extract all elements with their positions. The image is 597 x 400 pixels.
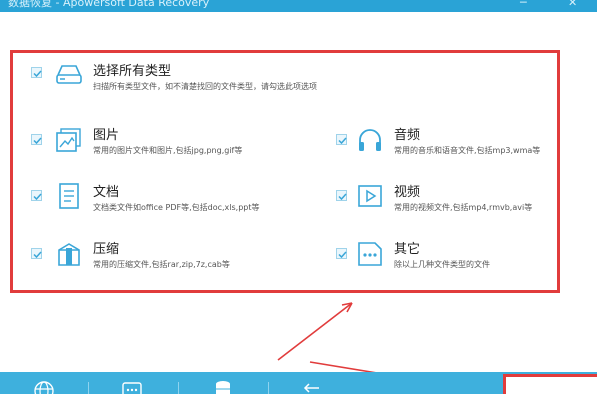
next-button-highlight[interactable] bbox=[503, 374, 597, 394]
arrow-to-panel bbox=[277, 302, 353, 361]
toolbar-divider bbox=[178, 382, 179, 394]
back-icon[interactable] bbox=[302, 380, 324, 400]
annotation-arrows bbox=[277, 302, 506, 394]
chat-icon[interactable] bbox=[121, 380, 143, 400]
toolbar-divider bbox=[88, 382, 89, 394]
globe-icon[interactable] bbox=[33, 380, 55, 400]
database-icon[interactable] bbox=[213, 380, 233, 400]
toolbar-divider bbox=[268, 382, 269, 394]
